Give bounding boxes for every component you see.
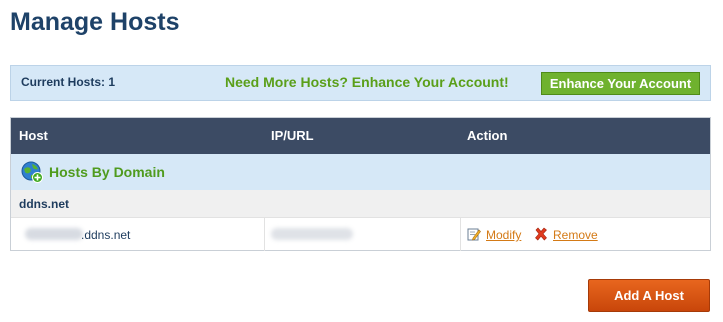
red-x-icon[interactable]: [534, 227, 548, 241]
table-header: Host IP/URL Action: [11, 118, 710, 154]
add-host-button[interactable]: Add A Host: [588, 279, 710, 312]
redacted-hostname: [25, 228, 83, 240]
account-info-bar: Current Hosts: 1 Need More Hosts? Enhanc…: [10, 65, 711, 101]
domain-name: ddns.net: [19, 197, 69, 211]
table-row: .ddns.net Modify Remove: [11, 217, 710, 251]
hosts-by-domain-label: Hosts By Domain: [49, 164, 165, 180]
globe-add-icon: [21, 161, 43, 183]
hosts-table: Host IP/URL Action Hosts By Domain ddns.…: [10, 117, 711, 251]
hosts-by-domain-row: Hosts By Domain: [11, 154, 710, 190]
upgrade-promo-text: Need More Hosts? Enhance Your Account!: [225, 74, 509, 90]
remove-host-link[interactable]: Remove: [553, 228, 598, 242]
cell-divider: [264, 218, 265, 251]
column-header-ip-url: IP/URL: [271, 128, 314, 143]
modify-host-link[interactable]: Modify: [486, 228, 521, 242]
enhance-account-button[interactable]: Enhance Your Account: [541, 72, 700, 95]
cell-divider: [460, 218, 461, 251]
hostname-suffix: .ddns.net: [81, 228, 131, 242]
column-header-action: Action: [467, 128, 508, 143]
edit-pencil-icon[interactable]: [467, 227, 481, 241]
redacted-ip-address: [271, 228, 353, 240]
current-hosts-count: Current Hosts: 1: [21, 75, 116, 89]
column-header-host: Host: [19, 128, 48, 143]
domain-group-row: ddns.net: [11, 190, 710, 217]
page-title: Manage Hosts: [10, 8, 180, 36]
